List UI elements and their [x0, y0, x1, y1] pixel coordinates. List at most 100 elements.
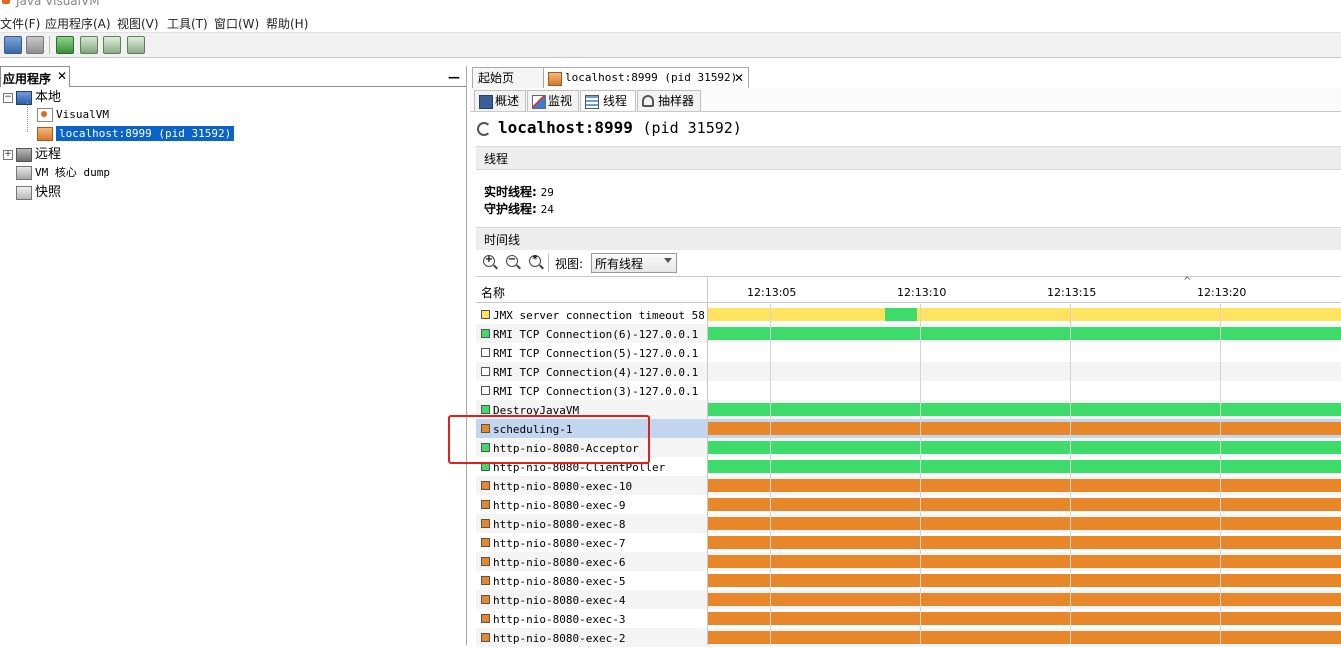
tree-node-localhost[interactable]: localhost:8999 (pid 31592): [37, 125, 235, 143]
thread-row[interactable]: http-nio-8080-exec-8: [476, 514, 1341, 533]
live-threads-row: 实时线程: 29: [484, 184, 554, 201]
highlight-annotation: [448, 415, 650, 464]
menu-window[interactable]: 窗口(W): [214, 15, 259, 32]
tab-sampler[interactable]: 抽样器: [637, 90, 701, 111]
thread-name: http-nio-8080-exec-8: [493, 518, 626, 531]
thread-name-cell: RMI TCP Connection(5)-127.0.0.1: [476, 343, 707, 362]
tree-collapse-icon[interactable]: −: [3, 93, 13, 103]
grid-line: [1220, 304, 1221, 645]
view-select[interactable]: 所有线程: [591, 253, 677, 273]
minimize-icon[interactable]: —: [448, 70, 460, 84]
thread-row[interactable]: RMI TCP Connection(3)-127.0.0.1: [476, 381, 1341, 400]
thread-row[interactable]: http-nio-8080-exec-5: [476, 571, 1341, 590]
menu-file[interactable]: 文件(F): [0, 15, 40, 32]
menu-view[interactable]: 视图(V): [117, 15, 159, 32]
column-separator[interactable]: [707, 278, 708, 645]
tab-monitor[interactable]: 监视: [527, 90, 579, 111]
add-vm-coredump-icon[interactable]: [127, 36, 145, 54]
tree-node-localhost-label: localhost:8999 (pid 31592): [56, 126, 235, 141]
thread-state-swatch-icon: [481, 557, 490, 566]
thread-name: RMI TCP Connection(4)-127.0.0.1: [493, 366, 699, 379]
zoom-out-icon[interactable]: −: [506, 254, 518, 267]
thread-row[interactable]: http-nio-8080-exec-2: [476, 628, 1341, 647]
tree-node-local-label: 本地: [35, 90, 62, 105]
tab-monitor-label: 监视: [548, 94, 573, 108]
menu-tools[interactable]: 工具(T): [167, 15, 208, 32]
thread-state-swatch-icon: [481, 348, 490, 357]
applications-panel: 应用程序 ✕ — − 本地 VisualVM localhost:8999 (p…: [0, 66, 467, 645]
thread-row[interactable]: RMI TCP Connection(4)-127.0.0.1: [476, 362, 1341, 381]
name-column-header[interactable]: 名称: [481, 284, 505, 301]
thread-state-bar: [708, 327, 1341, 340]
live-threads-value: 29: [540, 186, 554, 199]
thread-row[interactable]: http-nio-8080-exec-3: [476, 609, 1341, 628]
zoom-fit-icon[interactable]: *: [529, 254, 541, 267]
thread-name-cell: http-nio-8080-exec-7: [476, 533, 707, 552]
thread-row[interactable]: http-nio-8080-exec-6: [476, 552, 1341, 571]
tree-node-remote[interactable]: 远程: [16, 145, 61, 163]
thread-row[interactable]: http-nio-8080-exec-9: [476, 495, 1341, 514]
thread-row[interactable]: RMI TCP Connection(6)-127.0.0.1: [476, 324, 1341, 343]
add-remote-host-icon[interactable]: [103, 36, 121, 54]
thread-state-bar: [708, 441, 1341, 454]
load-snapshot-icon[interactable]: [4, 36, 22, 54]
chevron-down-icon: [664, 258, 672, 263]
thread-row[interactable]: http-nio-8080-exec-10: [476, 476, 1341, 495]
thread-state-bar: [708, 422, 1341, 435]
tree-node-local[interactable]: 本地: [16, 88, 61, 106]
tree-node-snapshots-label: 快照: [35, 185, 62, 200]
zoom-in-icon[interactable]: +: [483, 254, 495, 267]
jmx-icon: [548, 72, 562, 86]
thread-name-cell: RMI TCP Connection(6)-127.0.0.1: [476, 324, 707, 343]
toolbar-separator: [548, 254, 549, 272]
thread-state-swatch-icon: [481, 633, 490, 642]
tab-applications[interactable]: 应用程序 ✕: [0, 66, 70, 87]
thread-name-cell: http-nio-8080-exec-5: [476, 571, 707, 590]
thread-name-cell: http-nio-8080-exec-8: [476, 514, 707, 533]
close-icon[interactable]: ✕: [734, 68, 744, 88]
section-threads[interactable]: 线程: [476, 146, 1341, 170]
close-icon[interactable]: ✕: [57, 69, 67, 83]
threads-icon: [585, 95, 599, 109]
add-jmx-connection-icon[interactable]: [56, 36, 74, 54]
tab-localhost[interactable]: localhost:8999 (pid 31592) ✕: [543, 67, 749, 89]
overview-icon: [479, 95, 493, 109]
thread-name-cell: http-nio-8080-exec-10: [476, 476, 707, 495]
menu-applications[interactable]: 应用程序(A): [45, 15, 111, 32]
section-timeline[interactable]: 时间线: [476, 227, 1341, 251]
menu-help[interactable]: 帮助(H): [266, 15, 308, 32]
thread-state-bar: [708, 479, 1341, 492]
thread-row[interactable]: http-nio-8080-exec-7: [476, 533, 1341, 552]
tree-node-snapshots[interactable]: 快照: [16, 183, 61, 201]
sampler-icon: [642, 95, 654, 107]
thread-name-cell: http-nio-8080-exec-9: [476, 495, 707, 514]
thread-state-swatch-icon: [481, 310, 490, 319]
thread-state-swatch-icon: [481, 367, 490, 376]
thread-state-bar: [708, 536, 1341, 549]
thread-state-swatch-icon: [481, 576, 490, 585]
thread-row[interactable]: RMI TCP Connection(5)-127.0.0.1: [476, 343, 1341, 362]
thread-row[interactable]: http-nio-8080-exec-4: [476, 590, 1341, 609]
snapshot-icon: [16, 185, 32, 200]
tab-threads-label: 线程: [603, 94, 628, 108]
thread-state-bar: [708, 631, 1341, 644]
tab-start-page[interactable]: 起始页: [472, 67, 544, 88]
page-title: localhost:8999 (pid 31592): [498, 118, 742, 137]
thread-name: http-nio-8080-exec-6: [493, 556, 626, 569]
tree-node-visualvm[interactable]: VisualVM: [37, 106, 109, 124]
add-jmx-local-icon[interactable]: [80, 36, 98, 54]
time-tick: 12:13:10: [897, 286, 947, 299]
save-snapshot-icon[interactable]: [26, 36, 44, 54]
tab-threads[interactable]: 线程: [580, 90, 636, 111]
tree-node-coredump[interactable]: VM 核心 dump: [16, 164, 110, 182]
thread-stats: 实时线程: 29 守护线程: 24: [484, 184, 554, 218]
thread-name-cell: http-nio-8080-exec-4: [476, 590, 707, 609]
view-tabs: 概述 监视 线程 抽样器: [470, 88, 1341, 112]
thread-row[interactable]: JMX server connection timeout 58: [476, 305, 1341, 324]
tree-expand-icon[interactable]: +: [3, 150, 13, 160]
thread-state-bar: [708, 555, 1341, 568]
thread-state-swatch-icon: [481, 519, 490, 528]
thread-name: http-nio-8080-exec-10: [493, 480, 633, 493]
jmx-icon: [37, 127, 53, 141]
tab-overview[interactable]: 概述: [474, 90, 526, 111]
